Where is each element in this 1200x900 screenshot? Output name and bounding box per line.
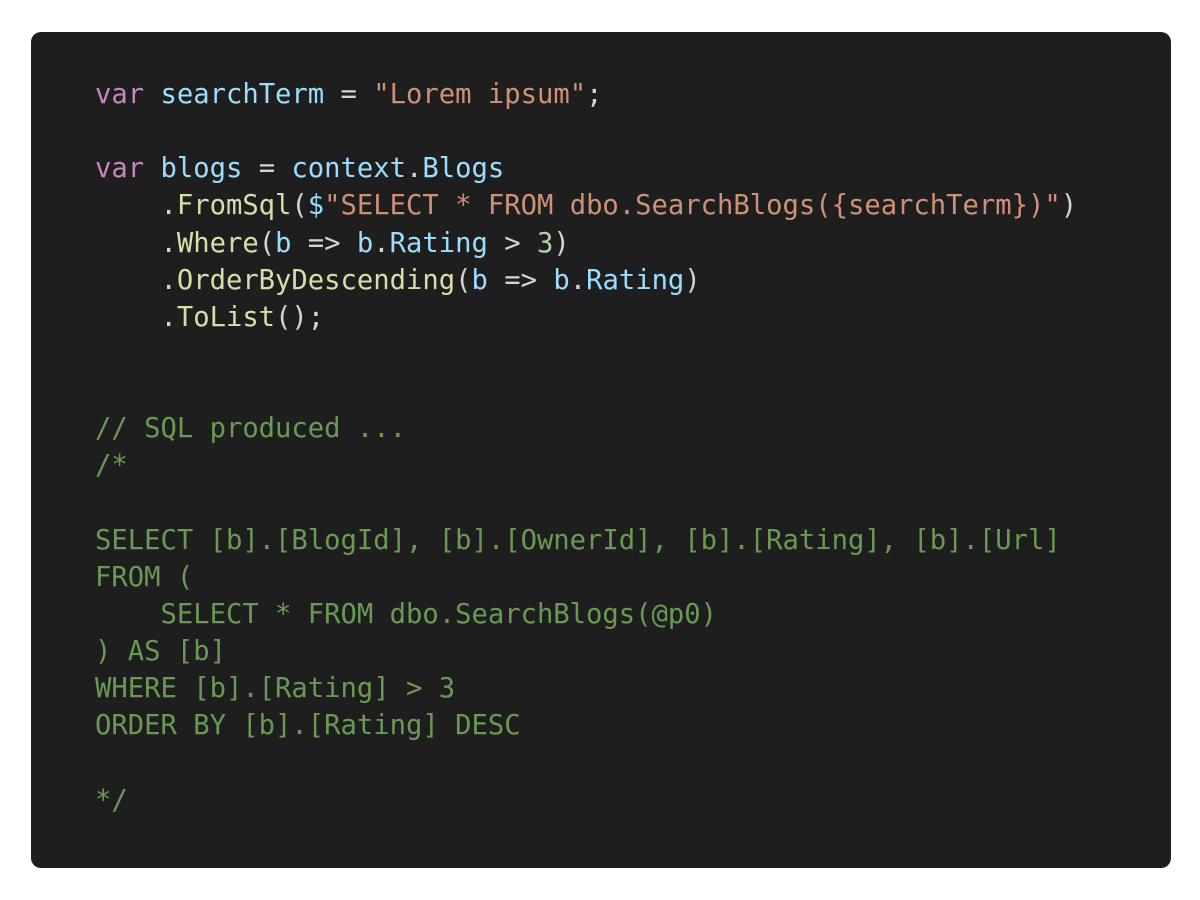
code-token-plain: . bbox=[95, 264, 177, 296]
code-token-string: "Lorem ipsum" bbox=[373, 79, 587, 110]
code-token-variable: Blogs bbox=[422, 153, 505, 185]
code-token-number: 3 bbox=[537, 227, 554, 259]
code-line: SELECT [b].[BlogId], [b].[OwnerId], [b].… bbox=[95, 522, 1077, 559]
code-token-plain: . bbox=[95, 227, 177, 259]
code-snippet-panel: var searchTerm = "Lorem ipsum"; var blog… bbox=[31, 32, 1171, 868]
code-token-comment: SELECT [b].[BlogId], [b].[OwnerId], [b].… bbox=[95, 524, 1061, 556]
code-token-variable: context bbox=[291, 153, 407, 185]
code-token-plain: = bbox=[324, 79, 374, 110]
code-token-function: Where bbox=[176, 227, 259, 259]
code-line: FROM ( bbox=[95, 559, 1077, 596]
code-token-plain: = bbox=[242, 153, 292, 185]
code-token-comment: SELECT * FROM dbo.SearchBlogs(@p0) bbox=[95, 598, 717, 630]
code-token-variable: blogs bbox=[160, 153, 243, 185]
code-token-plain: ; bbox=[586, 79, 603, 110]
code-line: var blogs = context.Blogs bbox=[95, 150, 1077, 187]
code-token-variable: searchTerm bbox=[160, 79, 325, 110]
code-line: .OrderByDescending(b => b.Rating) bbox=[95, 262, 1077, 299]
code-line: .ToList(); bbox=[95, 299, 1077, 336]
code-token-comment: WHERE [b].[Rating] > 3 bbox=[95, 673, 456, 705]
code-token-comment: ) AS [b] bbox=[95, 636, 226, 668]
code-token-variable: b bbox=[553, 264, 570, 296]
code-token-plain: ) bbox=[553, 227, 570, 259]
code-token-variable: $ bbox=[307, 190, 325, 222]
code-line: // SQL produced ... bbox=[95, 410, 1077, 447]
code-line: var searchTerm = "Lorem ipsum"; bbox=[95, 76, 1077, 113]
code-line: WHERE [b].[Rating] > 3 bbox=[95, 670, 1077, 707]
code-token-plain: ) bbox=[1060, 190, 1078, 222]
code-line: .Where(b => b.Rating > 3) bbox=[95, 225, 1077, 262]
code-token-plain: ) bbox=[684, 264, 701, 296]
code-token-function: OrderByDescending bbox=[176, 264, 456, 296]
code-token-plain: (); bbox=[275, 301, 325, 333]
code-token-keyword: var bbox=[95, 79, 145, 110]
code-token-variable: b bbox=[356, 227, 374, 259]
code-token-plain: ( bbox=[291, 190, 308, 222]
code-line: ORDER BY [b].[Rating] DESC bbox=[95, 707, 1077, 744]
code-token-plain: . bbox=[95, 301, 177, 333]
code-token-plain: > bbox=[487, 227, 537, 259]
code-line: SELECT * FROM dbo.SearchBlogs(@p0) bbox=[95, 596, 1077, 633]
code-token-variable: b bbox=[471, 264, 488, 296]
code-token-plain: . bbox=[95, 190, 177, 222]
code-token-string: "SELECT * FROM dbo.SearchBlogs({searchTe… bbox=[324, 190, 1061, 222]
code-token-plain: => bbox=[291, 227, 357, 259]
code-token-comment: FROM ( bbox=[95, 561, 194, 593]
code-line: ) AS [b] bbox=[95, 633, 1077, 670]
code-token-comment: */ bbox=[95, 784, 128, 816]
code-line: /* bbox=[95, 447, 1077, 484]
code-token-comment: /* bbox=[95, 450, 128, 482]
code-token-plain: . bbox=[373, 227, 390, 259]
code-token-plain: ( bbox=[258, 227, 276, 259]
code-line: .FromSql($"SELECT * FROM dbo.SearchBlogs… bbox=[95, 187, 1077, 224]
code-block: var searchTerm = "Lorem ipsum"; var blog… bbox=[95, 76, 1077, 819]
code-token-comment: // SQL produced ... bbox=[95, 413, 406, 445]
code-token-plain: . bbox=[406, 153, 423, 185]
code-token-function: ToList bbox=[176, 301, 276, 333]
code-token-function: FromSql bbox=[176, 190, 292, 222]
code-line: */ bbox=[95, 782, 1077, 819]
code-token-comment: ORDER BY [b].[Rating] DESC bbox=[95, 710, 521, 742]
code-token-plain: . bbox=[569, 264, 587, 296]
code-token-plain: => bbox=[487, 264, 554, 296]
code-token-variable: b bbox=[275, 227, 292, 259]
code-token-variable: Rating bbox=[389, 227, 488, 259]
code-token-keyword: var bbox=[95, 153, 145, 185]
code-token-variable: Rating bbox=[586, 264, 685, 296]
code-token-plain: ( bbox=[455, 264, 472, 296]
